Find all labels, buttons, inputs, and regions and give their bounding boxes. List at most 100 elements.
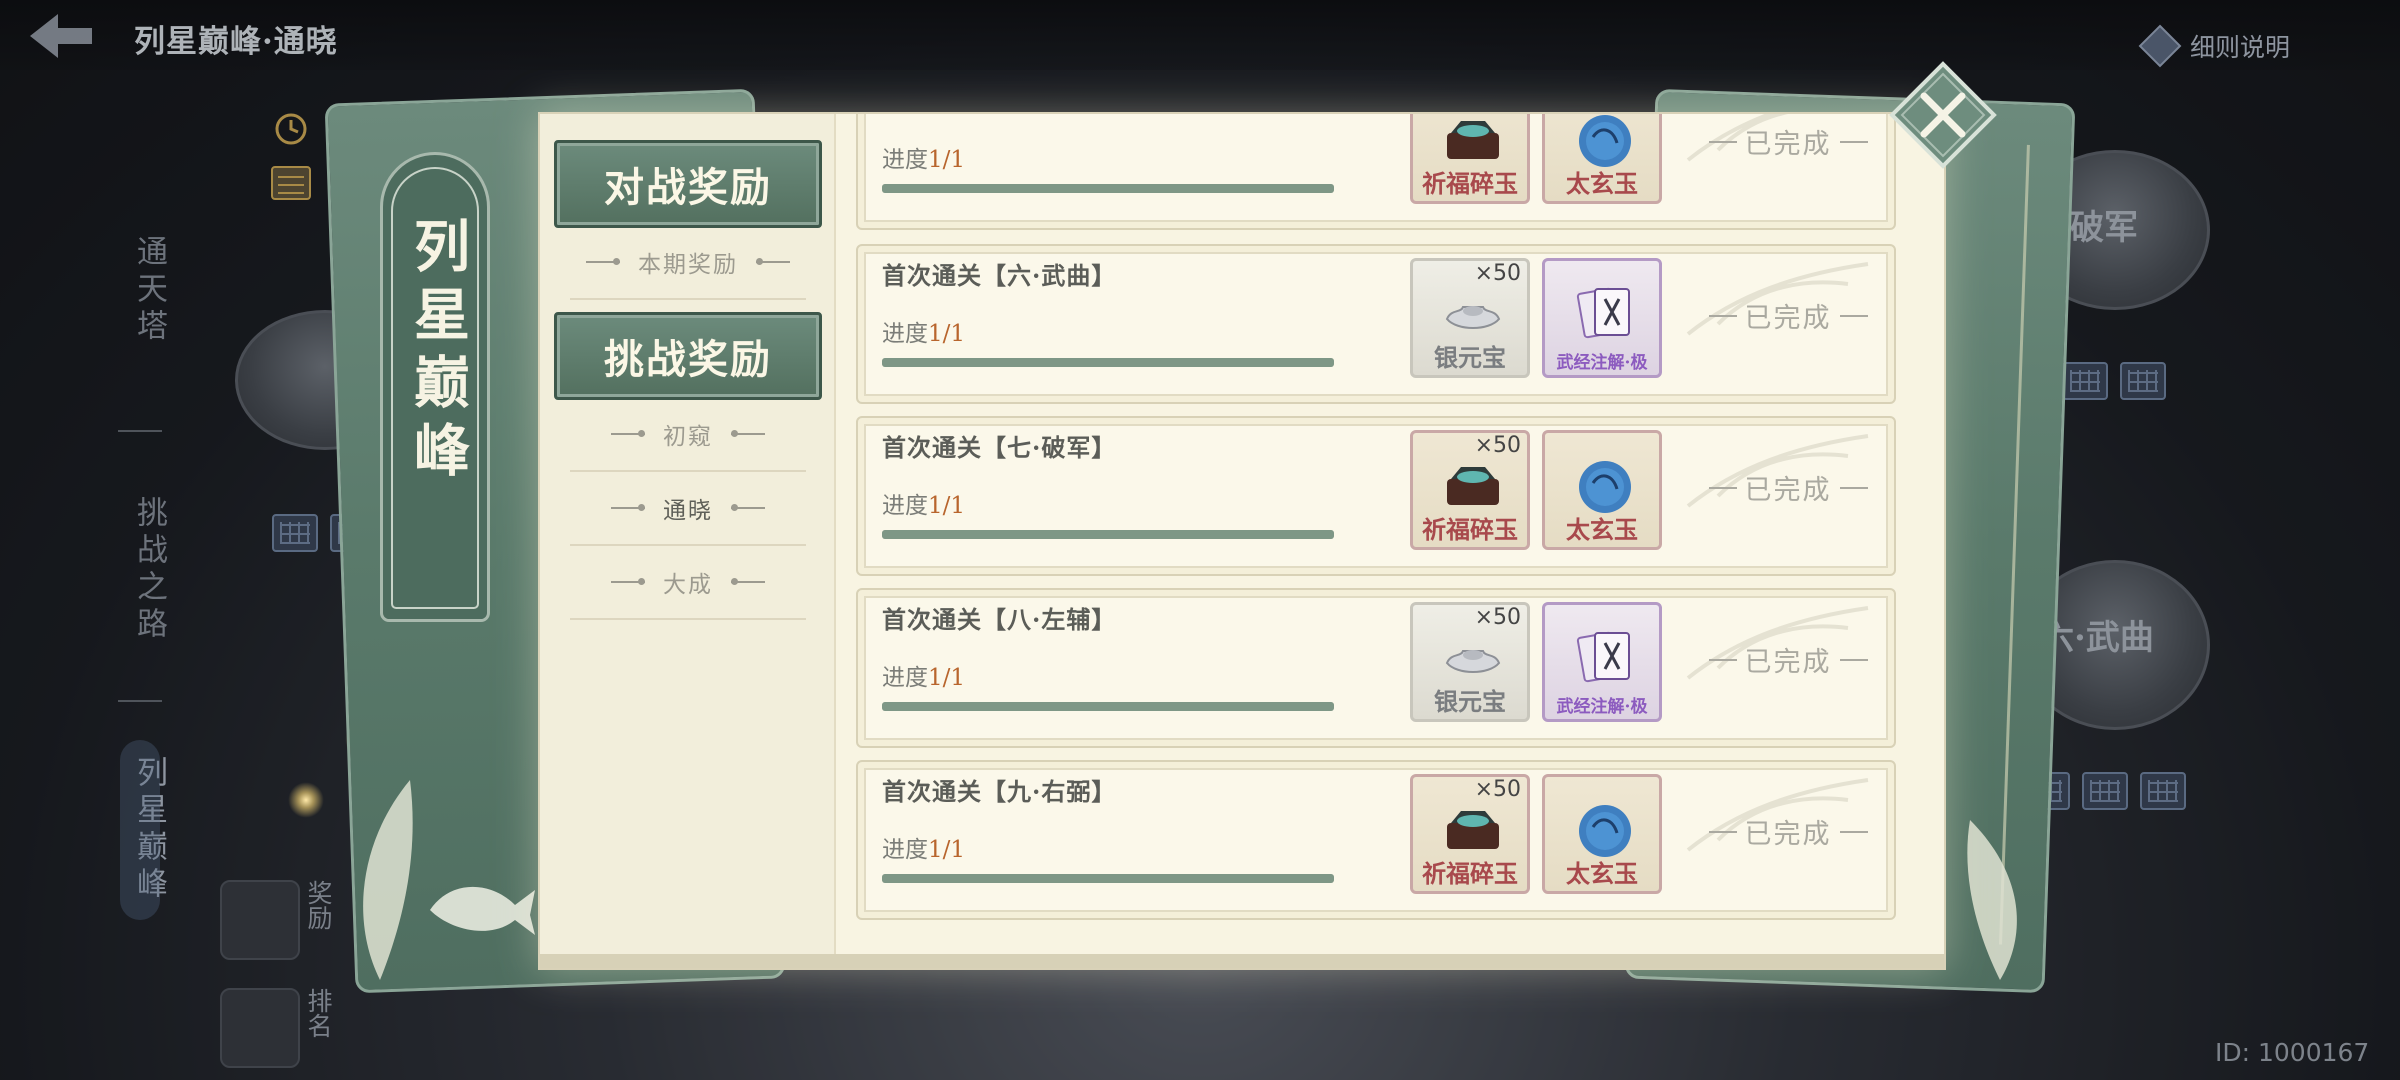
side-nav-item-challenge-road[interactable]: 挑战之路 bbox=[108, 490, 172, 650]
item-count: ×50 bbox=[1474, 261, 1521, 286]
reward-tab-column: 对战奖励 本期奖励 挑战奖励 初窥 通晓 大成 bbox=[540, 114, 836, 968]
completed-status: 已完成 bbox=[1698, 468, 1878, 507]
reward-item-slot[interactable]: 祈福碎玉 bbox=[1410, 114, 1530, 204]
board-icon bbox=[2120, 362, 2166, 400]
dash-ornament bbox=[1839, 314, 1868, 317]
completed-status: 已完成 bbox=[1698, 122, 1878, 161]
dash-ornament bbox=[1839, 140, 1868, 143]
book-spine: 列星巅峰 bbox=[380, 152, 490, 622]
silver-ingot-icon bbox=[1445, 650, 1501, 673]
progress-value: 1/1 bbox=[928, 321, 966, 347]
reward-row: 首次通关【六·武曲】进度1/1 ×50 银元宝 武经注解·极 已完成 bbox=[856, 244, 1896, 404]
dash-ornament bbox=[611, 578, 645, 585]
reward-item-slot[interactable]: 太玄玉 bbox=[1542, 114, 1662, 204]
item-count: ×50 bbox=[1474, 605, 1521, 630]
spine-title: 列星巅峰 bbox=[404, 217, 471, 489]
sub-tab-proficient[interactable]: 通晓 bbox=[570, 472, 806, 546]
sub-tab-current-rewards[interactable]: 本期奖励 bbox=[570, 226, 806, 300]
reward-title: 首次通关【六·武曲】 bbox=[882, 261, 1117, 290]
firefly-glow bbox=[288, 782, 324, 818]
reward-item-slot[interactable]: ×50 银元宝 bbox=[1410, 258, 1530, 378]
progress-text: 进度1/1 bbox=[882, 830, 965, 864]
diamond-icon bbox=[2138, 24, 2182, 68]
progress-value: 1/1 bbox=[928, 147, 966, 173]
progress-value: 1/1 bbox=[928, 493, 966, 519]
item-count: ×50 bbox=[1474, 777, 1521, 802]
dash-ornament bbox=[1839, 830, 1868, 833]
sub-tab-label: 本期奖励 bbox=[638, 252, 738, 278]
chest-icon bbox=[220, 880, 300, 960]
progress-bar bbox=[882, 702, 1334, 711]
back-button[interactable] bbox=[18, 6, 98, 66]
reward-item-slot[interactable]: 太玄玉 bbox=[1542, 774, 1662, 894]
progress-text: 进度1/1 bbox=[882, 314, 965, 348]
item-name: 太玄玉 bbox=[1566, 515, 1638, 544]
board-icon bbox=[2082, 772, 2128, 810]
reward-panel: 对战奖励 本期奖励 挑战奖励 初窥 通晓 大成 进度1/1 祈福碎玉 太玄玉 已完成首… bbox=[538, 112, 1946, 970]
koi-fish-icon bbox=[430, 886, 535, 935]
progress-bar-fill bbox=[882, 358, 1334, 367]
progress-bar bbox=[882, 530, 1334, 539]
status-text: 已完成 bbox=[1744, 303, 1832, 334]
sub-tab-master[interactable]: 大成 bbox=[570, 546, 806, 620]
sub-tab-beginner[interactable]: 初窥 bbox=[570, 398, 806, 472]
dash-ornament bbox=[1708, 658, 1737, 661]
page-title: 列星巅峰·通晓 bbox=[134, 24, 338, 60]
progress-text: 进度1/1 bbox=[882, 140, 965, 174]
tab-battle-rewards-label: 对战奖励 bbox=[604, 164, 772, 211]
rules-label: 细则说明 bbox=[2190, 33, 2291, 62]
tab-challenge-rewards[interactable]: 挑战奖励 bbox=[554, 312, 822, 400]
tab-challenge-rewards-label: 挑战奖励 bbox=[604, 336, 772, 383]
rules-button[interactable]: 细则说明 bbox=[2138, 18, 2338, 74]
ranking-button[interactable]: 排名 bbox=[220, 988, 340, 1078]
reward-item-slot[interactable]: 武经注解·极 bbox=[1542, 258, 1662, 378]
leaf-decoration-icon bbox=[1967, 820, 2017, 980]
reward-item-slot[interactable]: 太玄玉 bbox=[1542, 430, 1662, 550]
progress-bar-fill bbox=[882, 874, 1334, 883]
stage-disc-label: 破军 bbox=[2070, 208, 2138, 248]
side-divider bbox=[118, 700, 162, 702]
reward-item-slot[interactable]: ×50 祈福碎玉 bbox=[1410, 430, 1530, 550]
dash-ornament bbox=[586, 258, 620, 265]
reward-row: 首次通关【七·破军】 进度1/1 ×50 祈福碎玉 太玄玉 已完成 bbox=[856, 416, 1896, 576]
reward-item-slot[interactable]: ×50 祈福碎玉 bbox=[1410, 774, 1530, 894]
status-text: 已完成 bbox=[1744, 129, 1832, 160]
progress-value: 1/1 bbox=[928, 837, 966, 863]
reward-row: 首次通关【八·左辅】 进度1/1 ×50 银元宝 武经注解·极 已完成 bbox=[856, 588, 1896, 748]
top-bar bbox=[0, 0, 2400, 70]
shield-icon bbox=[220, 988, 300, 1068]
sub-tab-label: 初窥 bbox=[663, 424, 713, 450]
rewards-button[interactable]: 奖励 bbox=[220, 880, 340, 970]
close-button[interactable] bbox=[1888, 60, 1998, 170]
progress-label: 进度 bbox=[882, 147, 928, 173]
dash-ornament bbox=[1708, 314, 1737, 317]
progress-text: 进度1/1 bbox=[882, 658, 965, 692]
progress-bar bbox=[882, 358, 1334, 367]
item-name: 祈福碎玉 bbox=[1422, 169, 1518, 198]
side-nav-item-tower[interactable]: 通天塔 bbox=[108, 225, 172, 355]
blue-jade-icon bbox=[1579, 805, 1631, 857]
item-name: 银元宝 bbox=[1434, 687, 1506, 716]
reward-item-slot[interactable]: 武经注解·极 bbox=[1542, 602, 1662, 722]
progress-bar-fill bbox=[882, 530, 1334, 539]
status-text: 已完成 bbox=[1744, 647, 1832, 678]
leaf-decoration-icon bbox=[363, 780, 413, 980]
board-icon bbox=[272, 514, 318, 552]
jade-chest-icon bbox=[1447, 121, 1499, 159]
reward-title: 首次通关【九·右弼】 bbox=[882, 777, 1117, 806]
completed-status: 已完成 bbox=[1698, 640, 1878, 679]
sub-tab-label: 大成 bbox=[663, 572, 713, 598]
reward-item-slot[interactable]: ×50 银元宝 bbox=[1410, 602, 1530, 722]
progress-value: 1/1 bbox=[928, 665, 966, 691]
dash-ornament bbox=[1708, 830, 1737, 833]
progress-bar bbox=[882, 874, 1334, 883]
user-id: ID: 1000167 bbox=[2215, 1038, 2370, 1067]
item-name: 祈福碎玉 bbox=[1422, 515, 1518, 544]
side-divider bbox=[118, 430, 162, 432]
tab-battle-rewards[interactable]: 对战奖励 bbox=[554, 140, 822, 228]
status-text: 已完成 bbox=[1744, 819, 1832, 850]
martial-manual-icon bbox=[1576, 631, 1630, 683]
rewards-button-label: 奖励 bbox=[304, 880, 333, 930]
reward-list[interactable]: 进度1/1 祈福碎玉 太玄玉 已完成 首次通关【六·武曲】 进度1/1 ×50 银元宝 武经注解… bbox=[836, 114, 1948, 958]
dash-ornament bbox=[611, 504, 645, 511]
